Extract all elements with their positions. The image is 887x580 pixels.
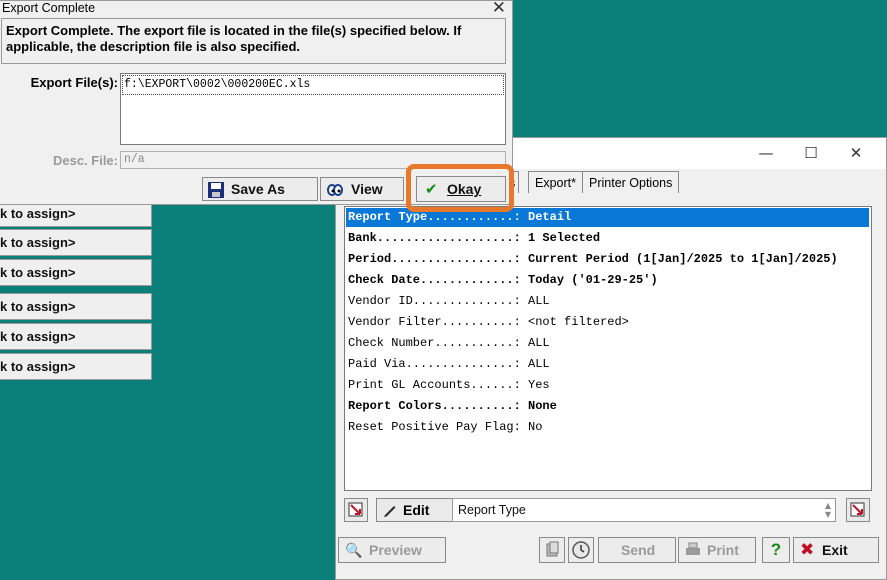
settings-row[interactable]: Bank...................: 1 Selected [346,229,869,248]
settings-row[interactable]: Period.................: Current Period … [346,250,869,269]
setting-value: ALL [528,336,550,350]
assign-button-5[interactable]: k to assign> [0,323,152,350]
preview-label: Preview [369,542,422,558]
setting-key: Print GL Accounts......: [348,378,521,392]
edit-button[interactable]: Edit [376,498,454,522]
help-button[interactable]: ? [762,537,790,563]
minimize-icon[interactable]: — [746,142,786,164]
setting-key: Check Date.............: [348,273,521,287]
footer-bar: 🔍 Preview Send Print ? ✖ Exit [336,537,886,565]
next-field-icon[interactable] [846,498,870,522]
prev-field-icon[interactable] [344,498,368,522]
setting-key: Report Type............: [348,210,521,224]
assign-button-6[interactable]: k to assign> [0,353,152,380]
export-files-label: Export File(s): [30,75,118,90]
setting-value: Detail [528,210,572,224]
desc-file-label: Desc. File: [52,153,118,168]
settings-row[interactable]: Vendor ID..............: ALL [346,292,869,311]
setting-value: ALL [528,357,550,371]
view-button[interactable]: View [320,177,404,201]
copy-icon [546,541,559,557]
floppy-icon [208,182,224,198]
setting-key: Bank...................: [348,231,521,245]
settings-row[interactable]: Paid Via...............: ALL [346,355,869,374]
export-message: Export Complete. The export file is loca… [1,18,506,64]
eyes-icon [327,184,343,196]
save-as-label: Save As [231,181,285,197]
edit-label: Edit [403,502,430,518]
setting-key: Vendor Filter..........: [348,315,521,329]
preview-button[interactable]: 🔍 Preview [338,537,446,563]
assign-button-2[interactable]: k to assign> [0,229,152,256]
edit-bar: Edit Report Type ▲ ▼ [336,496,886,526]
exit-label: Exit [822,542,848,558]
checkmark-icon: ✔ [425,180,438,198]
settings-row[interactable]: Print GL Accounts......: Yes [346,376,869,395]
setting-key: Report Colors..........: [348,399,521,413]
tab-export[interactable]: Export* [528,171,583,193]
close-icon[interactable]: ✕ [836,142,876,164]
printer-icon [686,542,700,555]
settings-row[interactable]: Check Date.............: Today ('01-29-2… [346,271,869,290]
assign-button-4[interactable]: k to assign> [0,293,152,320]
okay-label: Okay [447,181,482,197]
settings-row[interactable]: Report Colors..........: None [346,397,869,416]
setting-value: None [528,399,557,413]
maximize-icon[interactable]: ☐ [791,142,831,164]
setting-value: Current Period (1[Jan]/2025 to 1[Jan]/20… [528,252,838,266]
setting-key: Reset Positive Pay Flag: [348,420,521,434]
setting-value: Yes [528,378,550,392]
send-button[interactable]: Send [598,537,676,563]
export-files-list[interactable]: f:\EXPORT\0002\000200EC.xls [120,73,506,145]
okay-button[interactable]: ✔ Okay [416,176,506,202]
export-file-path[interactable]: f:\EXPORT\0002\000200EC.xls [122,75,504,95]
copy-button[interactable] [539,537,565,563]
spinner-icon[interactable]: ▲ ▼ [825,501,831,519]
send-label: Send [621,542,656,558]
setting-key: Period.................: [348,252,521,266]
setting-value: ALL [528,294,550,308]
clock-icon [572,541,590,559]
setting-value: No [528,420,543,434]
setting-key: Paid Via...............: [348,357,521,371]
setting-value: 1 Selected [528,231,601,245]
view-label: View [351,181,383,197]
save-as-button[interactable]: Save As [202,177,318,201]
tab-printer-options[interactable]: Printer Options [582,171,680,193]
print-label: Print [707,542,739,558]
dialog-title: Export Complete [2,1,96,15]
okay-highlight: ✔ Okay [406,164,514,212]
settings-row[interactable]: Reset Positive Pay Flag: No [346,418,869,437]
settings-row[interactable]: Check Number...........: ALL [346,334,869,353]
setting-key: Check Number...........: [348,336,521,350]
exit-button[interactable]: ✖ Exit [793,537,879,563]
setting-value: Today ('01-29-25') [528,273,658,287]
setting-key: Vendor ID..............: [348,294,521,308]
close-icon[interactable]: ✕ [492,0,506,18]
magnifier-icon: 🔍 [345,542,363,558]
settings-list[interactable]: Report Type............: Detail Bank.....… [344,206,872,491]
close-x-icon: ✖ [800,540,815,560]
assign-button-3[interactable]: k to assign> [0,259,152,286]
current-field-display: Report Type ▲ ▼ [452,498,836,522]
schedule-button[interactable] [568,537,594,563]
settings-row[interactable]: Vendor Filter..........: <not filtered> [346,313,869,332]
setting-value: <not filtered> [528,315,629,329]
current-field-value: Report Type [458,503,526,517]
print-button[interactable]: Print [678,537,756,563]
